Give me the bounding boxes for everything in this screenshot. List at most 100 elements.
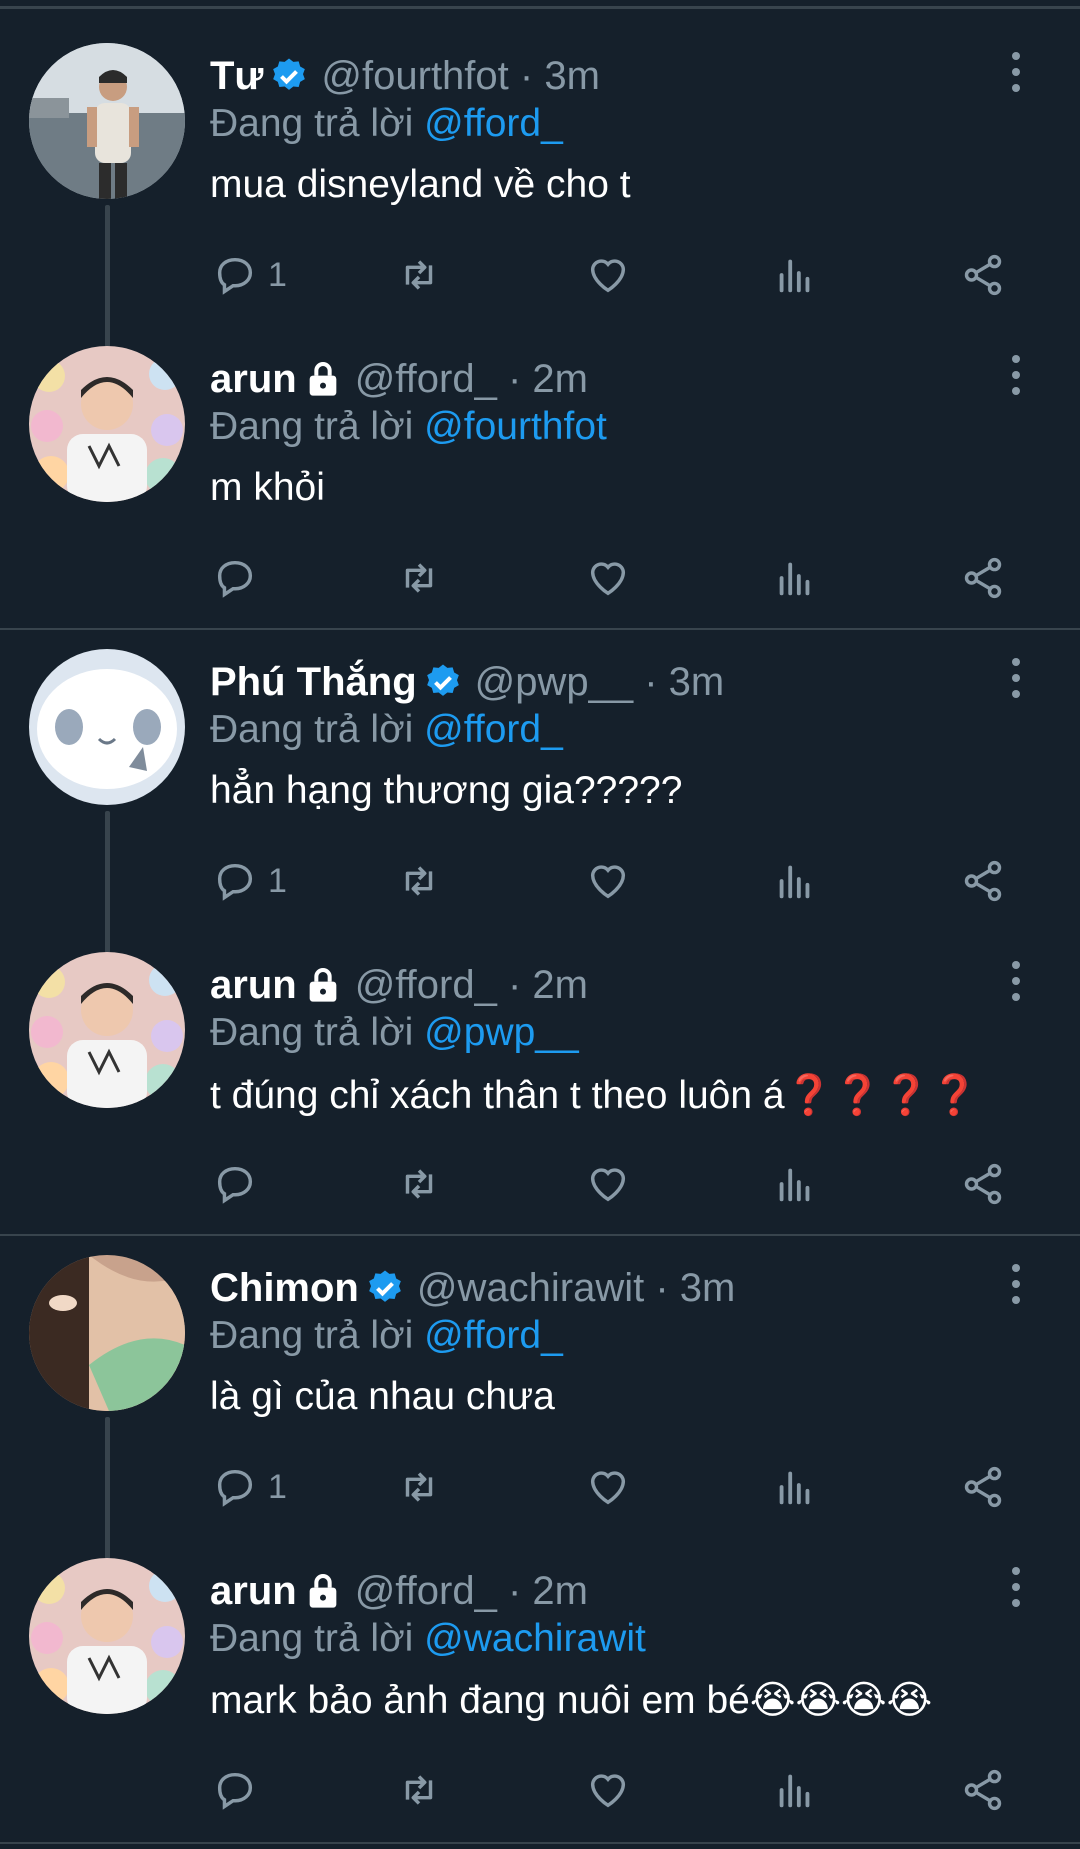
heart-icon bbox=[590, 1774, 626, 1808]
share-button[interactable] bbox=[960, 250, 1006, 300]
retweet-button[interactable] bbox=[396, 1765, 442, 1815]
reply-button[interactable]: 1 bbox=[212, 1462, 287, 1512]
more-options-icon[interactable] bbox=[1004, 1264, 1028, 1308]
like-button[interactable] bbox=[585, 1462, 631, 1512]
tweet-header: Tư @fourthfot · 3m bbox=[210, 46, 600, 106]
mention-link[interactable]: @fford_ bbox=[424, 1314, 563, 1357]
reply-count: 1 bbox=[268, 255, 287, 294]
mention-link[interactable]: @fford_ bbox=[424, 708, 563, 751]
bar-chart-icon bbox=[779, 1774, 810, 1808]
question-mark-emojis: ❓❓❓❓ bbox=[784, 1074, 979, 1117]
views-button[interactable] bbox=[772, 1462, 818, 1512]
like-button[interactable] bbox=[585, 553, 631, 603]
more-options-icon[interactable] bbox=[1004, 355, 1028, 399]
reply-icon bbox=[217, 560, 253, 598]
share-button[interactable] bbox=[960, 1159, 1006, 1209]
retweet-icon bbox=[405, 1775, 433, 1805]
mention-link[interactable]: @fford_ bbox=[424, 102, 563, 145]
reply-icon bbox=[217, 1772, 253, 1810]
tweet[interactable]: arun @fford_ · 2m Đang trả lời @wachiraw… bbox=[0, 1515, 1080, 1818]
tweet[interactable]: arun @fford_ · 2m Đang trả lời @pwp__ t … bbox=[0, 909, 1080, 1212]
share-icon bbox=[964, 1769, 1002, 1811]
retweet-icon bbox=[405, 260, 433, 290]
views-button[interactable] bbox=[772, 1765, 818, 1815]
display-name[interactable]: Phú Thắng bbox=[210, 660, 417, 705]
views-button[interactable] bbox=[772, 553, 818, 603]
like-button[interactable] bbox=[585, 1159, 631, 1209]
views-button[interactable] bbox=[772, 1159, 818, 1209]
reply-button[interactable] bbox=[212, 1159, 258, 1209]
handle-time[interactable]: @fford_ · 2m bbox=[355, 963, 588, 1008]
action-bar bbox=[0, 1765, 1080, 1825]
retweet-icon bbox=[405, 1472, 433, 1502]
share-button[interactable] bbox=[960, 1765, 1006, 1815]
handle-time[interactable]: @fford_ · 2m bbox=[355, 357, 588, 402]
reply-button[interactable]: 1 bbox=[212, 250, 287, 300]
share-icon bbox=[964, 254, 1002, 296]
tweet-text: hẳn hạng thương gia????? bbox=[210, 769, 683, 812]
handle-time[interactable]: @fourthfot · 3m bbox=[321, 54, 599, 99]
action-bar: 1 bbox=[0, 1462, 1080, 1522]
reply-button[interactable] bbox=[212, 1765, 258, 1815]
views-button[interactable] bbox=[772, 250, 818, 300]
like-button[interactable] bbox=[585, 1765, 631, 1815]
more-options-icon[interactable] bbox=[1004, 52, 1028, 96]
tweet[interactable]: arun @fford_ · 2m Đang trả lời @fourthfo… bbox=[0, 303, 1080, 606]
reply-button[interactable]: 1 bbox=[212, 856, 287, 906]
reply-count: 1 bbox=[268, 1467, 287, 1506]
views-button[interactable] bbox=[772, 856, 818, 906]
action-bar: 1 bbox=[0, 250, 1080, 310]
retweet-button[interactable] bbox=[396, 1159, 442, 1209]
reply-prefix: Đang trả lời bbox=[210, 405, 414, 448]
reply-prefix: Đang trả lời bbox=[210, 1011, 414, 1054]
tweet[interactable]: Tư @fourthfot · 3m Đang trả lời @fford_ … bbox=[0, 0, 1080, 347]
retweet-button[interactable] bbox=[396, 1462, 442, 1512]
display-name[interactable]: arun bbox=[210, 357, 297, 402]
display-name[interactable]: arun bbox=[210, 1569, 297, 1614]
tweet-header: arun @fford_ · 2m bbox=[210, 955, 588, 1015]
avatar[interactable] bbox=[29, 1558, 185, 1714]
share-button[interactable] bbox=[960, 553, 1006, 603]
reply-icon bbox=[217, 1166, 253, 1204]
retweet-icon bbox=[405, 1169, 433, 1199]
reply-icon bbox=[217, 1469, 253, 1507]
avatar[interactable] bbox=[29, 1255, 185, 1411]
replying-to: Đang trả lời @fourthfot bbox=[210, 405, 607, 449]
replying-to: Đang trả lời @wachirawit bbox=[210, 1617, 646, 1661]
mention-link[interactable]: @pwp__ bbox=[424, 1011, 579, 1054]
tweet-header: arun @fford_ · 2m bbox=[210, 1561, 588, 1621]
avatar[interactable] bbox=[29, 346, 185, 502]
verified-badge-icon bbox=[426, 664, 459, 696]
handle-time[interactable]: @pwp__ · 3m bbox=[475, 660, 725, 705]
share-icon bbox=[964, 860, 1002, 902]
crying-emojis: 😭😭😭😭 bbox=[749, 1679, 933, 1722]
more-options-icon[interactable] bbox=[1004, 658, 1028, 702]
tweet[interactable]: Phú Thắng @pwp__ · 3m Đang trả lời @ffor… bbox=[0, 606, 1080, 953]
display-name[interactable]: arun bbox=[210, 963, 297, 1008]
display-name[interactable]: Chimon bbox=[210, 1266, 359, 1311]
reply-button[interactable] bbox=[212, 553, 258, 603]
action-bar: 1 bbox=[0, 856, 1080, 916]
like-button[interactable] bbox=[585, 856, 631, 906]
more-options-icon[interactable] bbox=[1004, 961, 1028, 1005]
avatar[interactable] bbox=[29, 952, 185, 1108]
reply-prefix: Đang trả lời bbox=[210, 1314, 414, 1357]
mention-link[interactable]: @fourthfot bbox=[424, 405, 607, 448]
mention-link[interactable]: @wachirawit bbox=[424, 1617, 646, 1660]
handle-time[interactable]: @fford_ · 2m bbox=[355, 1569, 588, 1614]
avatar[interactable] bbox=[29, 43, 185, 199]
like-button[interactable] bbox=[585, 250, 631, 300]
share-button[interactable] bbox=[960, 856, 1006, 906]
more-options-icon[interactable] bbox=[1004, 1567, 1028, 1611]
retweet-button[interactable] bbox=[396, 856, 442, 906]
handle-time[interactable]: @wachirawit · 3m bbox=[417, 1266, 735, 1311]
tweet-text-body: mark bảo ảnh đang nuôi em bé bbox=[210, 1679, 750, 1722]
tweet[interactable]: Chimon @wachirawit · 3m Đang trả lời @ff… bbox=[0, 1212, 1080, 1559]
share-button[interactable] bbox=[960, 1462, 1006, 1512]
replying-to: Đang trả lời @pwp__ bbox=[210, 1011, 579, 1055]
retweet-button[interactable] bbox=[396, 250, 442, 300]
tweet-text: t đúng chỉ xách thân t theo luôn á❓❓❓❓ bbox=[210, 1072, 979, 1118]
retweet-button[interactable] bbox=[396, 553, 442, 603]
display-name[interactable]: Tư bbox=[210, 54, 263, 99]
avatar[interactable] bbox=[29, 649, 185, 805]
